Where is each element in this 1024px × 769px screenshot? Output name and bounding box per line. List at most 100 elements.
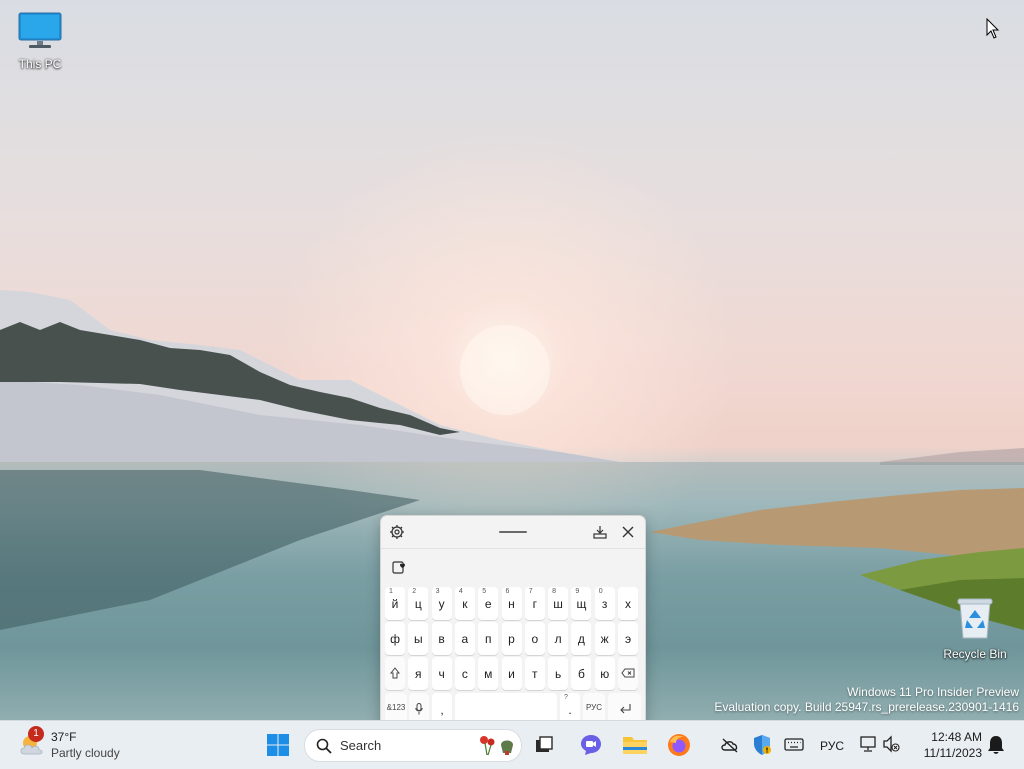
- firefox-icon: [668, 734, 690, 756]
- key-number-hint: 6: [505, 588, 510, 595]
- key-label: р: [508, 632, 515, 646]
- key-label: ь: [554, 667, 562, 681]
- windows-logo-icon: [267, 734, 289, 756]
- onedrive-offline-tray-icon[interactable]: [720, 735, 740, 755]
- key-label: г: [532, 597, 537, 611]
- keyboard-drag-handle[interactable]: [499, 531, 527, 533]
- notifications-button[interactable]: [987, 735, 1005, 755]
- chat-icon: [581, 735, 601, 755]
- key-number-hint: 5: [482, 588, 487, 595]
- key-1[interactable]: 1й: [385, 587, 405, 620]
- key-label: у: [438, 597, 445, 611]
- key-14[interactable]: в: [431, 622, 452, 655]
- input-language-indicator[interactable]: РУС: [820, 739, 844, 753]
- mouse-cursor-icon: [986, 18, 1000, 39]
- key-30[interactable]: б: [571, 657, 592, 690]
- key-number-hint: 7: [528, 588, 533, 595]
- weather-temperature: 37°F: [51, 730, 77, 744]
- key-26[interactable]: м: [478, 657, 499, 690]
- key-label: ц: [414, 597, 422, 611]
- key-label: з: [601, 597, 608, 611]
- key-19[interactable]: л: [548, 622, 569, 655]
- key-label: д: [577, 632, 585, 646]
- taskbar-clock[interactable]: 12:48 AM 11/11/2023: [924, 729, 982, 761]
- keyboard-icon: [784, 738, 804, 751]
- key-13[interactable]: ы: [408, 622, 429, 655]
- key-21[interactable]: ж: [594, 622, 615, 655]
- bell-icon: [988, 736, 1004, 754]
- key-label: е: [484, 597, 492, 611]
- key-label: с: [461, 667, 468, 681]
- clipboard-emoji-icon[interactable]: [391, 559, 407, 575]
- key-number-hint: 3: [435, 588, 440, 595]
- key-7[interactable]: 7г: [524, 587, 545, 620]
- key-28[interactable]: т: [524, 657, 545, 690]
- key-31[interactable]: ю: [594, 657, 615, 690]
- key-22[interactable]: э: [618, 622, 638, 655]
- desktop-icon-this-pc[interactable]: This PC: [0, 12, 80, 71]
- volume-muted-icon: [883, 735, 900, 753]
- network-volume-tray-button[interactable]: [860, 734, 900, 756]
- shift-key[interactable]: [385, 657, 405, 690]
- key-17[interactable]: р: [501, 622, 522, 655]
- key-label: &123: [386, 703, 406, 712]
- key-label: п: [484, 632, 492, 646]
- taskbar-search-box[interactable]: Search: [304, 729, 522, 762]
- key-23[interactable]: я: [408, 657, 429, 690]
- teams-chat-button[interactable]: [579, 733, 603, 757]
- key-label: х: [625, 597, 631, 611]
- keyboard-title-bar: [381, 516, 645, 549]
- settings-gear-icon[interactable]: [388, 523, 406, 541]
- key-18[interactable]: о: [524, 622, 545, 655]
- key-15[interactable]: а: [454, 622, 475, 655]
- key-3[interactable]: 3у: [431, 587, 452, 620]
- key-11[interactable]: х: [618, 587, 638, 620]
- weather-widget[interactable]: 1 37°F Partly cloudy: [10, 721, 130, 769]
- close-icon[interactable]: [619, 523, 637, 541]
- key-label: к: [462, 597, 468, 611]
- key-2[interactable]: 2ц: [408, 587, 429, 620]
- desktop-icon-recycle-bin[interactable]: Recycle Bin: [935, 596, 1015, 661]
- key-label: в: [438, 632, 445, 646]
- key-29[interactable]: ь: [548, 657, 569, 690]
- backspace-key[interactable]: [618, 657, 638, 690]
- evaluation-watermark: Windows 11 Pro Insider Preview Evaluatio…: [714, 685, 1019, 715]
- watermark-build: Evaluation copy. Build 25947.rs_prerelea…: [714, 700, 1019, 714]
- shift-arrow-icon: [390, 667, 400, 679]
- key-9[interactable]: 9щ: [571, 587, 592, 620]
- key-5[interactable]: 5е: [478, 587, 499, 620]
- shield-icon: [754, 735, 771, 755]
- key-label: ж: [600, 632, 609, 646]
- taskbar: 1 37°F Partly cloudy Search РУС 12:48 AM…: [0, 720, 1024, 769]
- windows-security-tray-icon[interactable]: [752, 734, 772, 756]
- key-16[interactable]: п: [478, 622, 499, 655]
- key-8[interactable]: 8ш: [548, 587, 569, 620]
- key-4[interactable]: 4к: [454, 587, 475, 620]
- key-label: а: [461, 632, 469, 646]
- key-label: ,: [440, 703, 444, 717]
- key-10[interactable]: 0з: [594, 587, 615, 620]
- key-6[interactable]: 6н: [501, 587, 522, 620]
- touch-keyboard: &123 , ? . РУС 1й2ц3у4к5е6н7г8ш9щ0зхфыва…: [380, 515, 646, 733]
- key-label: я: [415, 667, 422, 681]
- microphone-icon: [415, 703, 423, 715]
- cloud-offline-icon: [721, 738, 738, 753]
- key-12[interactable]: ф: [385, 622, 405, 655]
- key-label: б: [577, 667, 585, 681]
- key-number-hint: 1: [389, 588, 393, 595]
- firefox-button[interactable]: [667, 733, 691, 757]
- dock-keyboard-icon[interactable]: [591, 523, 609, 541]
- file-explorer-button[interactable]: [622, 733, 648, 757]
- key-24[interactable]: ч: [431, 657, 452, 690]
- key-20[interactable]: д: [571, 622, 592, 655]
- start-button[interactable]: [266, 733, 290, 757]
- task-view-button[interactable]: [534, 735, 554, 755]
- clock-time: 12:48 AM: [931, 730, 982, 744]
- touch-keyboard-tray-icon[interactable]: [784, 736, 804, 754]
- key-label: й: [391, 597, 399, 611]
- key-25[interactable]: с: [454, 657, 475, 690]
- key-27[interactable]: и: [501, 657, 522, 690]
- key-label: ф: [390, 632, 400, 646]
- key-number-hint: 9: [575, 588, 580, 595]
- key-label: ш: [553, 597, 563, 611]
